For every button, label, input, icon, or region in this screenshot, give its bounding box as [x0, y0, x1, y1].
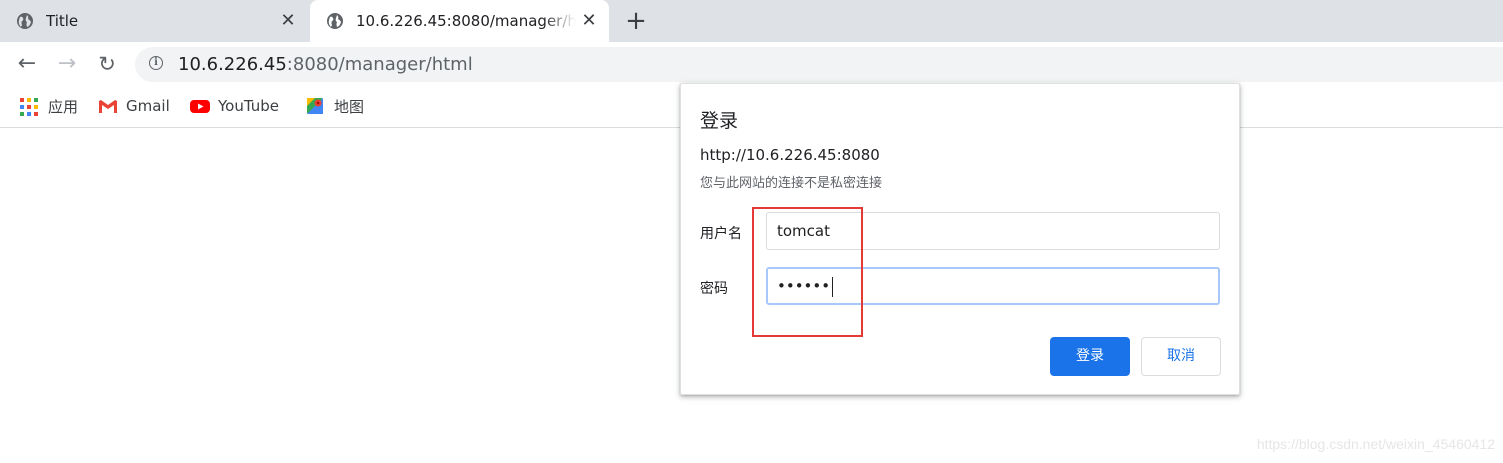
url-path: :8080/manager/html: [286, 54, 473, 75]
address-bar[interactable]: i 10.6.226.45:8080/manager/html: [135, 47, 1503, 82]
login-button[interactable]: 登录: [1050, 337, 1130, 376]
annotation-highlight-box: [752, 207, 863, 337]
bookmark-maps[interactable]: 地图: [306, 95, 364, 117]
bookmark-apps[interactable]: 应用: [20, 95, 78, 117]
tab-manager[interactable]: 10.6.226.45:8080/manager/html ✕: [310, 0, 609, 42]
apps-grid-icon: [20, 97, 38, 116]
bookmark-label: YouTube: [218, 97, 279, 115]
maps-icon: [306, 97, 324, 115]
dialog-origin: http://10.6.226.45:8080: [700, 146, 880, 164]
bookmark-label: 地图: [334, 97, 365, 116]
dialog-title: 登录: [700, 110, 739, 132]
tab-label: Title: [46, 12, 79, 30]
password-label: 密码: [700, 281, 728, 297]
close-tab-icon[interactable]: ✕: [579, 11, 599, 31]
forward-button[interactable]: →: [53, 50, 81, 78]
browser-toolbar: ← → ↻ i 10.6.226.45:8080/manager/html: [0, 42, 1503, 86]
back-button[interactable]: ←: [13, 50, 41, 78]
close-tab-icon[interactable]: ✕: [278, 11, 298, 31]
url-host: 10.6.226.45: [178, 54, 287, 75]
bookmark-youtube[interactable]: YouTube: [190, 95, 279, 117]
bookmark-gmail[interactable]: Gmail: [98, 95, 170, 117]
tab-strip: Title ✕ 10.6.226.45:8080/manager/html ✕ …: [0, 0, 1503, 42]
url-text[interactable]: 10.6.226.45:8080/manager/html: [178, 47, 473, 82]
youtube-icon: [190, 97, 210, 115]
watermark: https://blog.csdn.net/weixin_45460412: [1256, 436, 1495, 452]
bookmark-label: Gmail: [126, 97, 170, 115]
tab-title[interactable]: Title ✕: [0, 0, 308, 42]
username-label: 用户名: [700, 226, 742, 242]
gmail-icon: [98, 97, 117, 115]
bookmark-label: 应用: [48, 97, 79, 116]
reload-button[interactable]: ↻: [93, 50, 121, 78]
connection-warning: 您与此网站的连接不是私密连接: [700, 176, 883, 191]
globe-icon: [326, 12, 344, 30]
globe-icon: [16, 12, 34, 30]
new-tab-button[interactable]: +: [622, 7, 650, 35]
tab-label: 10.6.226.45:8080/manager/html: [356, 12, 576, 30]
info-icon[interactable]: i: [149, 56, 163, 70]
cancel-button[interactable]: 取消: [1141, 337, 1221, 376]
